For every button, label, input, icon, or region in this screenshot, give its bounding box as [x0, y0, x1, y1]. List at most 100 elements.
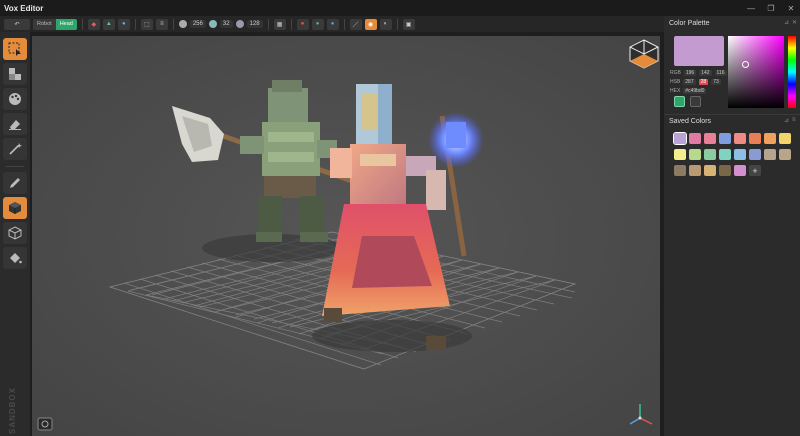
- mirror-z-icon[interactable]: ●: [117, 18, 130, 30]
- brush-icon[interactable]: ／: [349, 18, 362, 30]
- saved-color-swatch[interactable]: [689, 133, 701, 144]
- rgb-r-field[interactable]: 196: [683, 70, 697, 76]
- toolbar-divider: [267, 18, 269, 30]
- saved-pin-icon[interactable]: ⊿: [784, 117, 789, 124]
- rgb-b-field[interactable]: 116: [714, 70, 727, 76]
- saved-color-swatch[interactable]: [779, 149, 791, 160]
- hsb-label: HSB: [670, 79, 681, 85]
- shading-icon[interactable]: ◉: [364, 18, 377, 30]
- saved-color-swatch[interactable]: [749, 133, 761, 144]
- hex-field[interactable]: #c49bd0: [683, 88, 707, 94]
- hex-label: HEX: [670, 88, 681, 94]
- hsb-b-field[interactable]: 73: [711, 79, 721, 85]
- swap-color-icon[interactable]: [690, 96, 701, 107]
- toolbar-divider: [290, 18, 292, 30]
- hsb-h-field[interactable]: 287: [683, 79, 696, 85]
- app-title: Vox Editor: [4, 3, 44, 13]
- brand-watermark: SANDBOX: [8, 387, 17, 435]
- hsb-s-field[interactable]: 28: [698, 79, 709, 85]
- panel-close-icon[interactable]: ✕: [792, 19, 797, 26]
- saved-color-swatch[interactable]: [674, 165, 686, 176]
- saved-color-swatch[interactable]: [764, 133, 776, 144]
- eyedropper-icon[interactable]: [674, 96, 685, 107]
- select-tool-icon[interactable]: [3, 38, 27, 60]
- voxel-cube-tool-icon[interactable]: [3, 197, 27, 219]
- color-palette-header: Color Palette: [664, 16, 800, 30]
- saved-color-swatch[interactable]: [674, 149, 686, 160]
- res-z-icon: [235, 20, 244, 28]
- magic-wand-icon[interactable]: [3, 138, 27, 160]
- scene-canvas: [32, 36, 660, 436]
- render-blue-icon[interactable]: ●: [326, 18, 339, 30]
- palette-tool-icon[interactable]: [3, 88, 27, 110]
- res-x-icon: [178, 20, 187, 28]
- blocks-tool-icon[interactable]: [3, 63, 27, 85]
- toolbar-divider: [343, 18, 345, 30]
- rgb-label: RGB: [670, 70, 681, 76]
- rgb-row: RGB 196 142 116: [670, 70, 727, 76]
- mode-toggle[interactable]: Robot Head: [33, 18, 77, 30]
- saved-color-swatch[interactable]: [689, 165, 701, 176]
- hex-row: HEX #c49bd0: [670, 88, 707, 94]
- picker-cursor[interactable]: [742, 61, 749, 68]
- 3d-viewport[interactable]: [32, 36, 660, 436]
- frame-icon[interactable]: ⬚: [140, 18, 153, 30]
- res-y-value[interactable]: 32: [219, 20, 233, 28]
- grid-icon[interactable]: ▦: [273, 18, 286, 30]
- tool-divider: [6, 166, 24, 167]
- render-red-icon[interactable]: ●: [296, 18, 309, 30]
- toolbar-divider: [134, 18, 136, 30]
- saved-colors-header: Saved Colors: [664, 114, 711, 128]
- saved-color-swatch[interactable]: [689, 149, 701, 160]
- material-icon[interactable]: ◐: [379, 18, 392, 30]
- rgb-g-field[interactable]: 142: [699, 70, 712, 76]
- add-color-button[interactable]: +: [749, 165, 761, 176]
- saved-color-swatch[interactable]: [719, 133, 731, 144]
- saved-color-swatch[interactable]: [749, 149, 761, 160]
- mode-head-option[interactable]: Head: [55, 18, 77, 30]
- mirror-y-icon[interactable]: ▲: [102, 18, 115, 30]
- mirror-x-icon[interactable]: ◆: [87, 18, 100, 30]
- pin-icon[interactable]: ⊿: [784, 19, 789, 26]
- toolbar-divider: [396, 18, 398, 30]
- toolbar-divider: [81, 18, 83, 30]
- camera-icon: [37, 417, 53, 431]
- saved-color-swatch[interactable]: [764, 149, 776, 160]
- layers-icon[interactable]: ≡: [155, 18, 168, 30]
- pencil-tool-icon[interactable]: [3, 172, 27, 194]
- eraser-tool-icon[interactable]: [3, 113, 27, 135]
- title-bar: Vox Editor: [0, 0, 800, 16]
- fill-bucket-icon[interactable]: [3, 247, 27, 269]
- res-y-icon: [208, 20, 217, 28]
- saved-color-swatch[interactable]: [734, 133, 746, 144]
- res-x-value[interactable]: 256: [189, 20, 206, 28]
- saved-color-swatch[interactable]: [704, 133, 716, 144]
- saved-color-swatch[interactable]: [734, 165, 746, 176]
- mode-robot-option[interactable]: Robot: [33, 18, 56, 30]
- saved-menu-icon[interactable]: ≡: [792, 117, 796, 123]
- left-toolbar: SANDBOX: [0, 32, 30, 436]
- render-green-icon[interactable]: ●: [311, 18, 324, 30]
- current-color-swatch[interactable]: [674, 36, 724, 66]
- saturation-picker[interactable]: [728, 36, 784, 108]
- saved-colors-title: Saved Colors: [669, 117, 712, 125]
- minimize-icon[interactable]: —: [742, 0, 760, 16]
- saved-color-swatch[interactable]: [719, 149, 731, 160]
- saved-color-swatch[interactable]: [673, 132, 687, 145]
- view-icon[interactable]: ▣: [402, 18, 415, 30]
- main-toolbar: ↶ Robot Head ◆ ▲ ● ⬚ ≡ 256 32 128 ▦ ● ● …: [0, 16, 664, 32]
- saved-color-swatch[interactable]: [719, 165, 731, 176]
- cube-outline-tool-icon[interactable]: [3, 222, 27, 244]
- maximize-icon[interactable]: ❐: [762, 0, 780, 16]
- saved-color-swatch[interactable]: [734, 149, 746, 160]
- saved-color-swatch[interactable]: [704, 165, 716, 176]
- toolbar-divider: [172, 18, 174, 30]
- color-palette-title: Color Palette: [669, 19, 710, 27]
- close-icon[interactable]: ✕: [782, 0, 800, 16]
- saved-color-swatch[interactable]: [704, 149, 716, 160]
- saved-color-swatch[interactable]: [779, 133, 791, 144]
- hue-slider[interactable]: [788, 36, 796, 108]
- res-z-value[interactable]: 128: [246, 20, 263, 28]
- hsb-row: HSB 287 28 73: [670, 79, 721, 85]
- undo-icon[interactable]: ↶: [4, 18, 30, 30]
